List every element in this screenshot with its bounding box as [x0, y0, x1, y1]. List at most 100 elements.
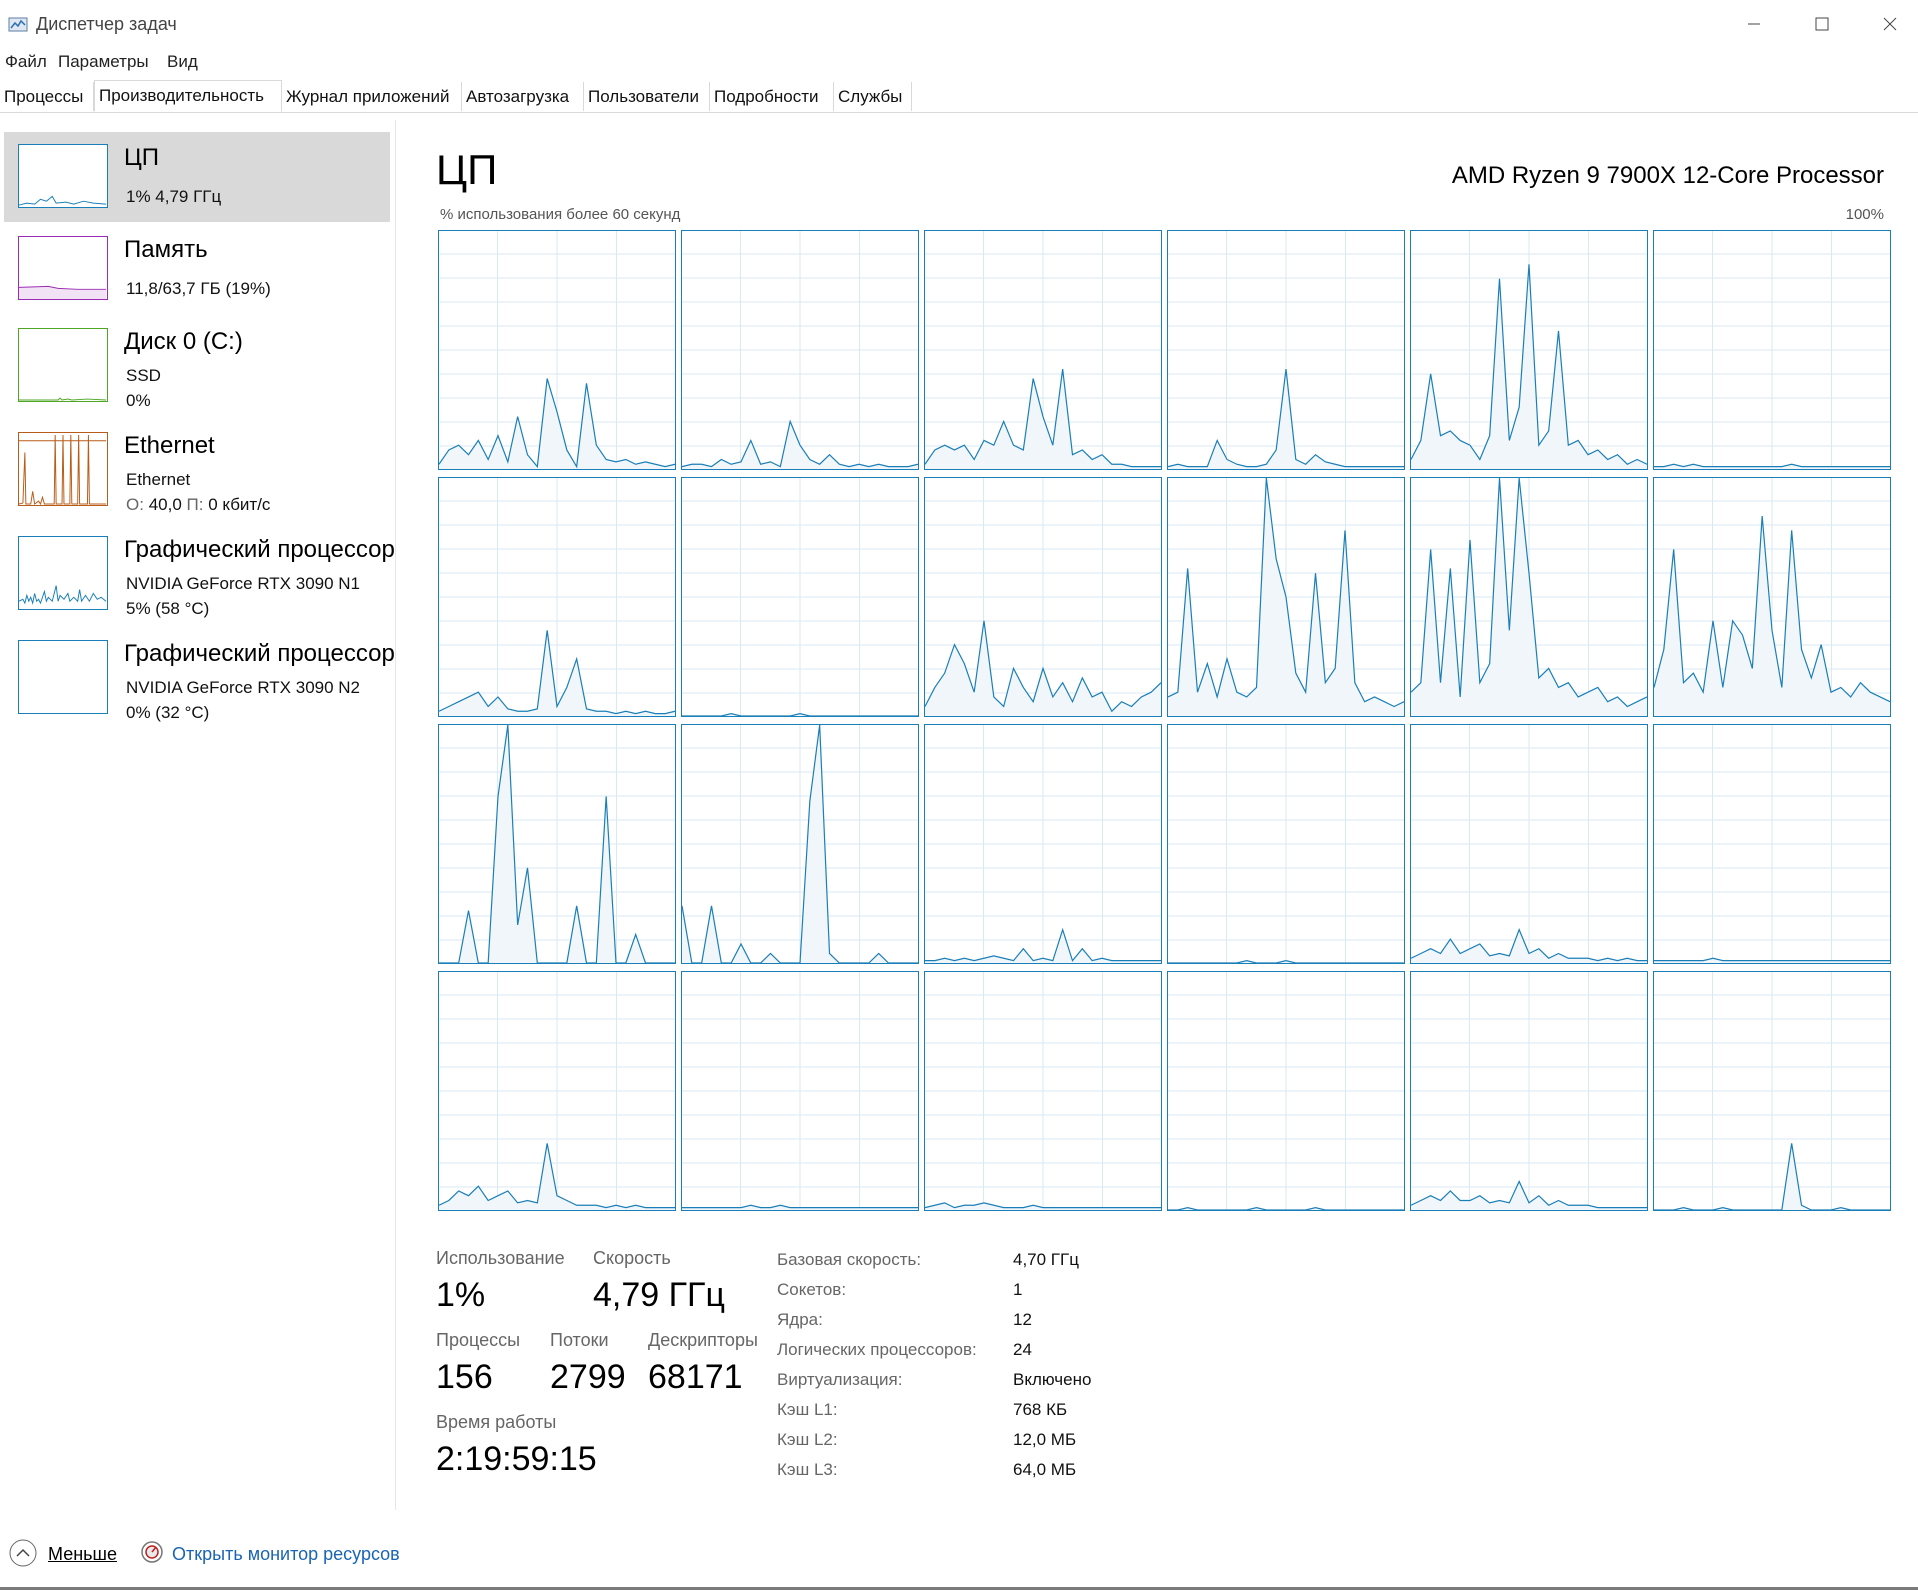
core-usage-area	[1411, 264, 1647, 469]
core-usage-area	[1168, 369, 1404, 469]
menu-options[interactable]: Параметры	[58, 52, 149, 72]
speed-value: 4,79 ГГц	[593, 1276, 725, 1314]
close-icon	[1883, 17, 1897, 31]
processes-label: Процессы	[436, 1330, 521, 1350]
tab-details[interactable]: Подробности	[710, 82, 834, 111]
graph-max-label: 100%	[1845, 206, 1884, 223]
core-graph-6	[1653, 230, 1891, 470]
sidebar-disk-usage: 0%	[126, 391, 151, 410]
title-bar: Диспетчер задач	[0, 0, 1918, 50]
spec-label: Базовая скорость:	[777, 1250, 922, 1269]
sidebar-gpu1-usage: 5% (58 °C)	[126, 599, 210, 618]
sidebar-ethernet-adapter: Ethernet	[126, 470, 191, 489]
uptime-value: 2:19:59:15	[436, 1440, 597, 1478]
uptime-label: Время работы	[436, 1412, 557, 1432]
sidebar-gpu1-name: Графический процессор	[124, 536, 395, 563]
maximize-button[interactable]	[1788, 0, 1856, 48]
sidebar-item-ethernet[interactable]: Ethernet Ethernet О: 40,0 П: 0 кбит/с	[4, 420, 390, 514]
processes-value: 156	[436, 1358, 493, 1396]
menu-file[interactable]: Файл	[5, 52, 47, 72]
tab-performance[interactable]: Производительность	[94, 80, 282, 112]
sidebar-disk-name: Диск 0 (C:)	[124, 328, 243, 355]
spec-label: Кэш L3:	[777, 1460, 838, 1479]
spec-value: 24	[1013, 1340, 1032, 1359]
gpu2-thumbnail	[18, 640, 108, 714]
cpu-thumbnail	[18, 144, 108, 208]
gpu1-thumbnail	[18, 536, 108, 610]
window-title: Диспетчер задач	[36, 14, 177, 34]
core-graph-21	[924, 971, 1162, 1211]
sidebar-gpu2-model: NVIDIA GeForce RTX 3090 N2	[126, 678, 361, 697]
core-graph-19	[438, 971, 676, 1211]
core-graph-23	[1410, 971, 1648, 1211]
tab-users[interactable]: Пользователи	[584, 82, 710, 111]
sidebar-ethernet-throughput: О: 40,0 П: 0 кбит/с	[126, 495, 270, 515]
page-title: ЦП	[436, 146, 498, 193]
threads-label: Потоки	[550, 1330, 609, 1350]
spec-value: 64,0 МБ	[1013, 1460, 1077, 1479]
core-graph-2	[681, 230, 919, 470]
close-button[interactable]	[1856, 0, 1918, 48]
sidebar-item-disk[interactable]: Диск 0 (C:) SSD 0%	[4, 316, 390, 410]
task-manager-icon	[8, 17, 28, 32]
sidebar-item-cpu[interactable]: ЦП 1% 4,79 ГГц	[4, 132, 390, 222]
usage-value: 1%	[436, 1276, 486, 1314]
spec-label: Сокетов:	[777, 1280, 847, 1299]
sidebar-disk-type: SSD	[126, 366, 161, 385]
sidebar-gpu2-usage: 0% (32 °C)	[126, 703, 210, 722]
sidebar-item-gpu1[interactable]: Графический процессор NVIDIA GeForce RTX…	[4, 524, 395, 618]
resource-sidebar: ЦП 1% 4,79 ГГц Память 11,8/63,7 ГБ (19%)…	[0, 120, 395, 1510]
ethernet-receive-value: 0 кбит/с	[208, 495, 271, 514]
graph-caption: % использования более 60 секунд	[440, 206, 681, 223]
ethernet-send-value: 40,0	[148, 495, 182, 514]
spec-value: 4,70 ГГц	[1013, 1250, 1079, 1269]
tab-processes[interactable]: Процессы	[0, 82, 94, 111]
core-graph-5	[1410, 230, 1648, 470]
spec-value: 12,0 МБ	[1013, 1430, 1077, 1449]
memory-thumbnail	[18, 236, 108, 300]
sidebar-cpu-name: ЦП	[124, 144, 160, 171]
spec-label: Виртуализация:	[777, 1370, 903, 1389]
threads-value: 2799	[550, 1358, 626, 1396]
handles-label: Дескрипторы	[648, 1330, 758, 1350]
core-graph-14	[681, 724, 919, 964]
tab-services[interactable]: Службы	[834, 82, 912, 111]
core-graph-16	[1167, 724, 1405, 964]
tab-startup[interactable]: Автозагрузка	[462, 82, 584, 111]
cpu-model-name: AMD Ryzen 9 7900X 12-Core Processor	[1451, 162, 1884, 189]
spec-value: 768 КБ	[1013, 1400, 1068, 1419]
spec-label: Логических процессоров:	[777, 1340, 977, 1359]
fewer-details-button[interactable]: Меньше	[48, 1544, 117, 1565]
tab-app-history[interactable]: Журнал приложений	[282, 82, 462, 111]
sidebar-memory-detail: 11,8/63,7 ГБ (19%)	[126, 279, 271, 298]
usage-label: Использование	[436, 1248, 565, 1268]
core-graph-24	[1653, 971, 1891, 1211]
sidebar-item-gpu2[interactable]: Графический процессор NVIDIA GeForce RTX…	[4, 628, 395, 722]
ethernet-receive-label: П:	[186, 495, 204, 514]
core-graph-8	[681, 477, 919, 717]
sidebar-memory-name: Память	[124, 236, 208, 263]
open-resource-monitor-link[interactable]: Открыть монитор ресурсов	[172, 1544, 400, 1565]
collapse-chevron-icon[interactable]	[8, 1538, 38, 1568]
speed-label: Скорость	[593, 1248, 671, 1268]
core-graph-17	[1410, 724, 1648, 964]
spec-value: Включено	[1013, 1370, 1092, 1389]
handles-value: 68171	[648, 1358, 743, 1396]
sidebar-item-memory[interactable]: Память 11,8/63,7 ГБ (19%)	[4, 224, 390, 314]
ethernet-send-label: О:	[126, 495, 144, 514]
menu-view[interactable]: Вид	[167, 52, 198, 72]
core-graph-22	[1167, 971, 1405, 1211]
core-graph-1	[438, 230, 676, 470]
core-graph-20	[681, 971, 919, 1211]
core-graph-3	[924, 230, 1162, 470]
maximize-icon	[1815, 17, 1829, 31]
minimize-icon	[1748, 23, 1760, 25]
sidebar-cpu-detail: 1% 4,79 ГГц	[126, 187, 222, 206]
sidebar-ethernet-name: Ethernet	[124, 432, 215, 459]
disk-thumbnail	[18, 328, 108, 402]
minimize-button[interactable]	[1720, 0, 1788, 48]
spec-value: 12	[1013, 1310, 1032, 1329]
spec-label: Кэш L2:	[777, 1430, 838, 1449]
core-graph-9	[924, 477, 1162, 717]
core-graph-10	[1167, 477, 1405, 717]
